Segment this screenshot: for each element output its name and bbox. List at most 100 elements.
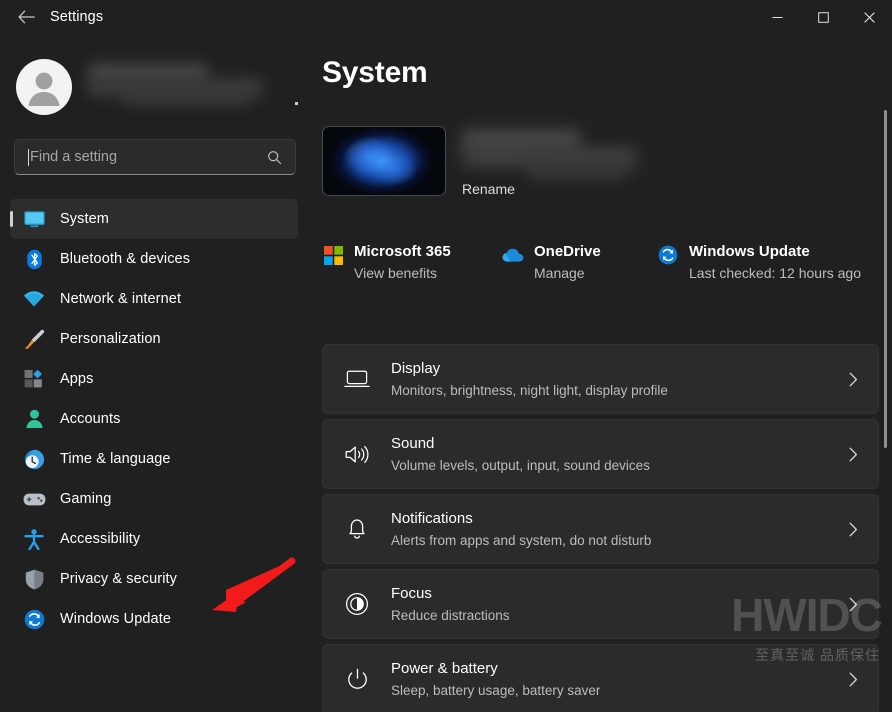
- close-button[interactable]: [846, 0, 892, 34]
- sidebar-item-accessibility[interactable]: Accessibility: [10, 519, 298, 559]
- sidebar-item-time-language[interactable]: Time & language: [10, 439, 298, 479]
- monitor-outline-icon: [343, 365, 371, 393]
- card-title: Power & battery: [391, 659, 498, 677]
- update-sync-icon: [657, 244, 679, 266]
- page-title: System: [322, 56, 428, 89]
- sidebar-item-label: Accessibility: [60, 531, 141, 547]
- sidebar-item-gaming[interactable]: Gaming: [10, 479, 298, 519]
- card-subtitle: Alerts from apps and system, do not dist…: [391, 532, 652, 548]
- sidebar-item-label: Apps: [60, 371, 94, 387]
- card-title: Notifications: [391, 509, 473, 527]
- chevron-right-icon: [849, 672, 858, 687]
- chevron-right-icon: [849, 447, 858, 462]
- quick-link-onedrive[interactable]: OneDrive Manage: [502, 242, 657, 312]
- quick-link-title: Windows Update: [689, 243, 810, 260]
- sidebar-item-label: Personalization: [60, 331, 161, 347]
- main-content: System Rename Microsoft 365 View benefit…: [310, 34, 892, 712]
- quick-link-windows-update[interactable]: Windows Update Last checked: 12 hours ag…: [657, 242, 887, 312]
- settings-card-power-battery[interactable]: Power & battery Sleep, battery usage, ba…: [322, 644, 879, 712]
- window-controls: [754, 0, 892, 34]
- accessibility-icon: [22, 528, 46, 550]
- device-hero: Rename: [322, 126, 882, 204]
- settings-window: Settings Find a setting System Bluetooth…: [0, 0, 892, 712]
- quick-links-row: Microsoft 365 View benefits OneDrive Man…: [322, 242, 888, 312]
- search-placeholder: Find a setting: [30, 149, 118, 165]
- back-arrow-icon: [17, 10, 35, 24]
- device-wallpaper-thumbnail: [322, 126, 446, 196]
- sidebar-item-windows-update[interactable]: Windows Update: [10, 599, 298, 639]
- back-button[interactable]: [6, 2, 46, 32]
- sidebar-nav: System Bluetooth & devices Network & int…: [10, 199, 298, 639]
- sidebar-item-personalization[interactable]: Personalization: [10, 319, 298, 359]
- bluetooth-icon: [22, 249, 46, 269]
- quick-link-microsoft-365[interactable]: Microsoft 365 View benefits: [322, 242, 502, 312]
- avatar: [16, 59, 72, 115]
- quick-link-title: OneDrive: [534, 243, 601, 260]
- text-caret: [28, 148, 29, 166]
- person-avatar-icon: [28, 72, 60, 106]
- monitor-icon: [22, 209, 46, 229]
- settings-card-sound[interactable]: Sound Volume levels, output, input, soun…: [322, 419, 879, 489]
- minimize-button[interactable]: [754, 0, 800, 34]
- quick-link-subtitle: Last checked: 12 hours ago: [689, 265, 862, 281]
- sidebar-item-accounts[interactable]: Accounts: [10, 399, 298, 439]
- sidebar-item-label: Windows Update: [60, 611, 172, 627]
- apps-grid-icon: [22, 369, 46, 389]
- sidebar-item-apps[interactable]: Apps: [10, 359, 298, 399]
- title-bar: Settings: [0, 0, 892, 34]
- maximize-icon: [817, 11, 829, 23]
- card-subtitle: Reduce distractions: [391, 607, 510, 623]
- settings-card-focus[interactable]: Focus Reduce distractions: [322, 569, 879, 639]
- gamepad-icon: [22, 489, 46, 509]
- chevron-right-icon: [849, 372, 858, 387]
- card-subtitle: Monitors, brightness, night light, displ…: [391, 382, 668, 398]
- sidebar-item-label: System: [60, 211, 109, 227]
- sidebar: Find a setting System Bluetooth & device…: [0, 34, 310, 712]
- sidebar-item-label: Privacy & security: [60, 571, 178, 587]
- settings-cards: Display Monitors, brightness, night ligh…: [322, 344, 879, 712]
- sidebar-item-system[interactable]: System: [10, 199, 298, 239]
- focus-icon: [343, 590, 371, 618]
- chevron-right-icon: [849, 522, 858, 537]
- account-tile[interactable]: [16, 56, 298, 118]
- clock-globe-icon: [22, 449, 46, 469]
- window-title: Settings: [50, 9, 104, 25]
- card-title: Focus: [391, 584, 432, 602]
- card-subtitle: Sleep, battery usage, battery saver: [391, 682, 601, 698]
- speaker-icon: [343, 440, 371, 468]
- sidebar-item-label: Accounts: [60, 411, 121, 427]
- sidebar-item-label: Time & language: [60, 451, 171, 467]
- paintbrush-icon: [22, 329, 46, 349]
- settings-card-notifications[interactable]: Notifications Alerts from apps and syste…: [322, 494, 879, 564]
- sidebar-item-label: Network & internet: [60, 291, 182, 307]
- search-icon[interactable]: [267, 150, 282, 165]
- close-icon: [863, 11, 875, 23]
- rename-button[interactable]: Rename: [462, 181, 515, 197]
- onedrive-cloud-icon: [502, 244, 524, 266]
- shield-icon: [22, 569, 46, 589]
- settings-card-display[interactable]: Display Monitors, brightness, night ligh…: [322, 344, 879, 414]
- sidebar-item-label: Bluetooth & devices: [60, 251, 191, 267]
- quick-link-subtitle[interactable]: Manage: [534, 263, 657, 284]
- card-title: Sound: [391, 434, 435, 452]
- maximize-button[interactable]: [800, 0, 846, 34]
- card-subtitle: Volume levels, output, input, sound devi…: [391, 457, 650, 473]
- sidebar-item-privacy-security[interactable]: Privacy & security: [10, 559, 298, 599]
- card-title: Display: [391, 359, 441, 377]
- quick-link-title: Microsoft 365: [354, 243, 451, 260]
- search-input[interactable]: Find a setting: [14, 139, 296, 175]
- sidebar-item-label: Gaming: [60, 491, 112, 507]
- update-sync-icon: [22, 609, 46, 629]
- sidebar-item-network-internet[interactable]: Network & internet: [10, 279, 298, 319]
- wifi-icon: [22, 289, 46, 309]
- bell-icon: [343, 515, 371, 543]
- quick-link-subtitle[interactable]: View benefits: [354, 263, 502, 284]
- scrollbar-thumb[interactable]: [884, 110, 887, 448]
- sidebar-item-bluetooth-devices[interactable]: Bluetooth & devices: [10, 239, 298, 279]
- vertical-scrollbar[interactable]: [877, 34, 891, 712]
- chevron-right-icon: [849, 597, 858, 612]
- person-icon: [22, 409, 46, 429]
- power-icon: [343, 665, 371, 693]
- microsoft-logo-icon: [322, 244, 344, 266]
- account-name-redacted: [86, 63, 298, 111]
